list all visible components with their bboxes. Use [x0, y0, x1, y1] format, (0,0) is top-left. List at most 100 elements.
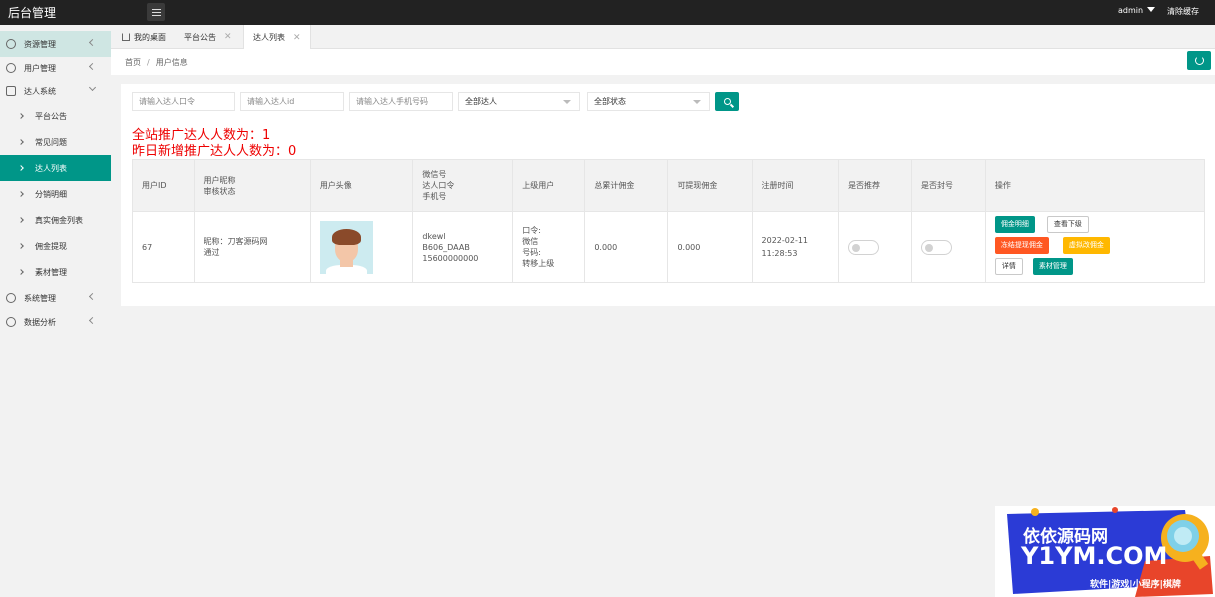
sidebar-item-label: 资源管理	[24, 39, 56, 49]
tab-label: 达人列表	[253, 33, 285, 42]
chevron-right-icon	[18, 113, 24, 119]
parent-wechat-text: 微信	[522, 237, 539, 246]
menu-toggle-button[interactable]	[147, 3, 165, 21]
sidebar-item-label: 数据分析	[24, 317, 56, 327]
sidebar-item-system[interactable]: 系统管理	[0, 285, 111, 311]
talent-phone-input[interactable]: 请输入达人手机号码	[349, 92, 453, 111]
user-name: admin	[1118, 6, 1144, 15]
home-icon	[122, 33, 130, 41]
details-button[interactable]: 详情	[994, 258, 1023, 275]
tab-bar: 我的桌面 平台公告 ✕ 达人列表 ✕	[111, 25, 1215, 50]
watermark-logo: 依依源码网 Y1YM.COM 软件|游戏|小程序|棋牌	[995, 506, 1215, 597]
sidebar-item-label: 系统管理	[24, 293, 56, 303]
toggle-knob	[925, 243, 934, 252]
caret-down-icon	[1147, 7, 1156, 12]
sidebar-item-analytics[interactable]: 数据分析	[0, 309, 111, 335]
sidebar-item-withdraw[interactable]: 佣金提现	[0, 233, 111, 259]
sidebar-item-announcements[interactable]: 平台公告	[0, 103, 111, 129]
sidebar-item-label: 素材管理	[35, 267, 67, 277]
watermark-line3: 软件|游戏|小程序|棋牌	[1090, 580, 1181, 590]
chevron-right-icon	[18, 165, 24, 171]
cell-banned	[911, 211, 986, 283]
user-menu[interactable]: admin	[1118, 6, 1156, 15]
sidebar-item-materials[interactable]: 素材管理	[0, 259, 111, 285]
talent-type-select[interactable]: 全部达人	[458, 92, 580, 111]
clear-cache-link[interactable]: 清除缓存	[1167, 6, 1199, 17]
sidebar-item-label: 平台公告	[35, 111, 67, 121]
action-buttons: 佣金明细 查看下级 冻结提现佣金 虚拟改佣金 详情 素材管理	[994, 216, 1195, 278]
col-nickname-label: 用户昵称	[203, 175, 236, 185]
code-text: B606_DAAB	[422, 242, 470, 252]
table-row: 67 昵称：刀客源码网 通过 dkewl B606_DAAB 156000000…	[132, 211, 1206, 283]
register-date-text: 2022-02-11	[761, 236, 809, 245]
cell-user-id: 67	[132, 211, 195, 283]
wechat-text: dkewl	[422, 231, 446, 241]
chart-icon	[6, 317, 16, 327]
col-review-label: 审核状态	[203, 186, 236, 196]
cell-recommend	[838, 211, 913, 283]
commission-detail-button[interactable]: 佣金明细	[994, 216, 1035, 233]
talent-table: 用户ID 用户昵称 审核状态 用户头像 微信号 达人口令 手机号 上级用户 总累…	[132, 159, 1206, 283]
cell-parent: 口令: 微信 号码: 转移上级	[512, 211, 586, 283]
sidebar-item-talent-system[interactable]: 达人系统	[0, 78, 111, 104]
talent-id-input[interactable]: 请输入达人id	[240, 92, 344, 111]
phone-text: 15600000000	[422, 253, 479, 263]
breadcrumb-home[interactable]: 首页	[125, 58, 141, 67]
sidebar-item-resources[interactable]: 资源管理	[0, 31, 111, 57]
col-withdrawable: 可提现佣金	[667, 159, 753, 212]
app-title: 后台管理	[8, 6, 57, 20]
sidebar-item-label: 用户管理	[24, 63, 56, 73]
col-total-commission: 总累计佣金	[584, 159, 669, 212]
tab-talent-list[interactable]: 达人列表 ✕	[243, 25, 311, 50]
chevron-right-icon	[18, 217, 24, 223]
talent-code-input[interactable]: 请输入达人口令	[132, 92, 235, 111]
face-icon	[6, 63, 16, 73]
col-register-time: 注册时间	[751, 159, 840, 212]
tab-label: 平台公告	[184, 32, 216, 42]
main-panel: 请输入达人口令 请输入达人id 请输入达人手机号码 全部达人 全部状态 全站推广…	[121, 84, 1215, 306]
refresh-button[interactable]	[1187, 51, 1211, 70]
material-manage-button[interactable]: 素材管理	[1032, 258, 1073, 275]
sidebar-item-label: 达人列表	[35, 163, 67, 173]
sidebar-item-label: 达人系统	[24, 86, 56, 96]
sidebar-item-real-commission[interactable]: 真实佣金列表	[0, 207, 111, 233]
tab-desktop[interactable]: 我的桌面	[113, 25, 175, 49]
grid-icon	[6, 86, 16, 96]
cell-register-time: 2022-02-11 11:28:53	[751, 211, 840, 283]
user-icon	[6, 293, 16, 303]
cell-withdrawable: 0.000	[667, 211, 753, 283]
chevron-left-icon	[88, 38, 97, 47]
register-time-text: 11:28:53	[761, 249, 798, 258]
parent-code-text: 口令:	[522, 226, 541, 235]
virtual-commission-button[interactable]: 虚拟改佣金	[1062, 237, 1110, 254]
nickname-text: 昵称：刀客源码网	[203, 237, 268, 246]
close-icon[interactable]: ✕	[293, 33, 301, 43]
col-recommend: 是否推荐	[838, 159, 913, 212]
sidebar-item-talent-list[interactable]: 达人列表	[0, 155, 111, 181]
sidebar-item-label: 真实佣金列表	[35, 215, 83, 225]
col-parent: 上级用户	[512, 159, 586, 212]
move-parent-link[interactable]: 转移上级	[522, 258, 575, 269]
chevron-left-icon	[88, 62, 97, 71]
chevron-right-icon	[18, 139, 24, 145]
caret-down-icon	[563, 100, 571, 104]
breadcrumb-separator: /	[147, 58, 150, 67]
sidebar-item-faq[interactable]: 常见问题	[0, 129, 111, 155]
tab-announcements[interactable]: 平台公告 ✕	[175, 25, 241, 49]
freeze-commission-button[interactable]: 冻结提现佣金	[994, 237, 1049, 254]
sidebar-item-distribution[interactable]: 分销明细	[0, 181, 111, 207]
chevron-right-icon	[18, 269, 24, 275]
status-select[interactable]: 全部状态	[587, 92, 710, 111]
search-button[interactable]	[715, 92, 739, 111]
chevron-left-icon	[88, 316, 97, 325]
chevron-left-icon	[88, 292, 97, 301]
select-value: 全部状态	[594, 97, 626, 106]
close-icon[interactable]: ✕	[224, 32, 232, 42]
view-subordinates-button[interactable]: 查看下级	[1046, 216, 1089, 233]
ban-toggle[interactable]	[921, 239, 953, 255]
hamburger-icon	[151, 11, 161, 13]
parent-number-text: 号码:	[522, 248, 541, 257]
recommend-toggle[interactable]	[848, 239, 880, 255]
col-wechat-label: 微信号	[422, 170, 447, 179]
col-banned: 是否封号	[911, 159, 986, 212]
